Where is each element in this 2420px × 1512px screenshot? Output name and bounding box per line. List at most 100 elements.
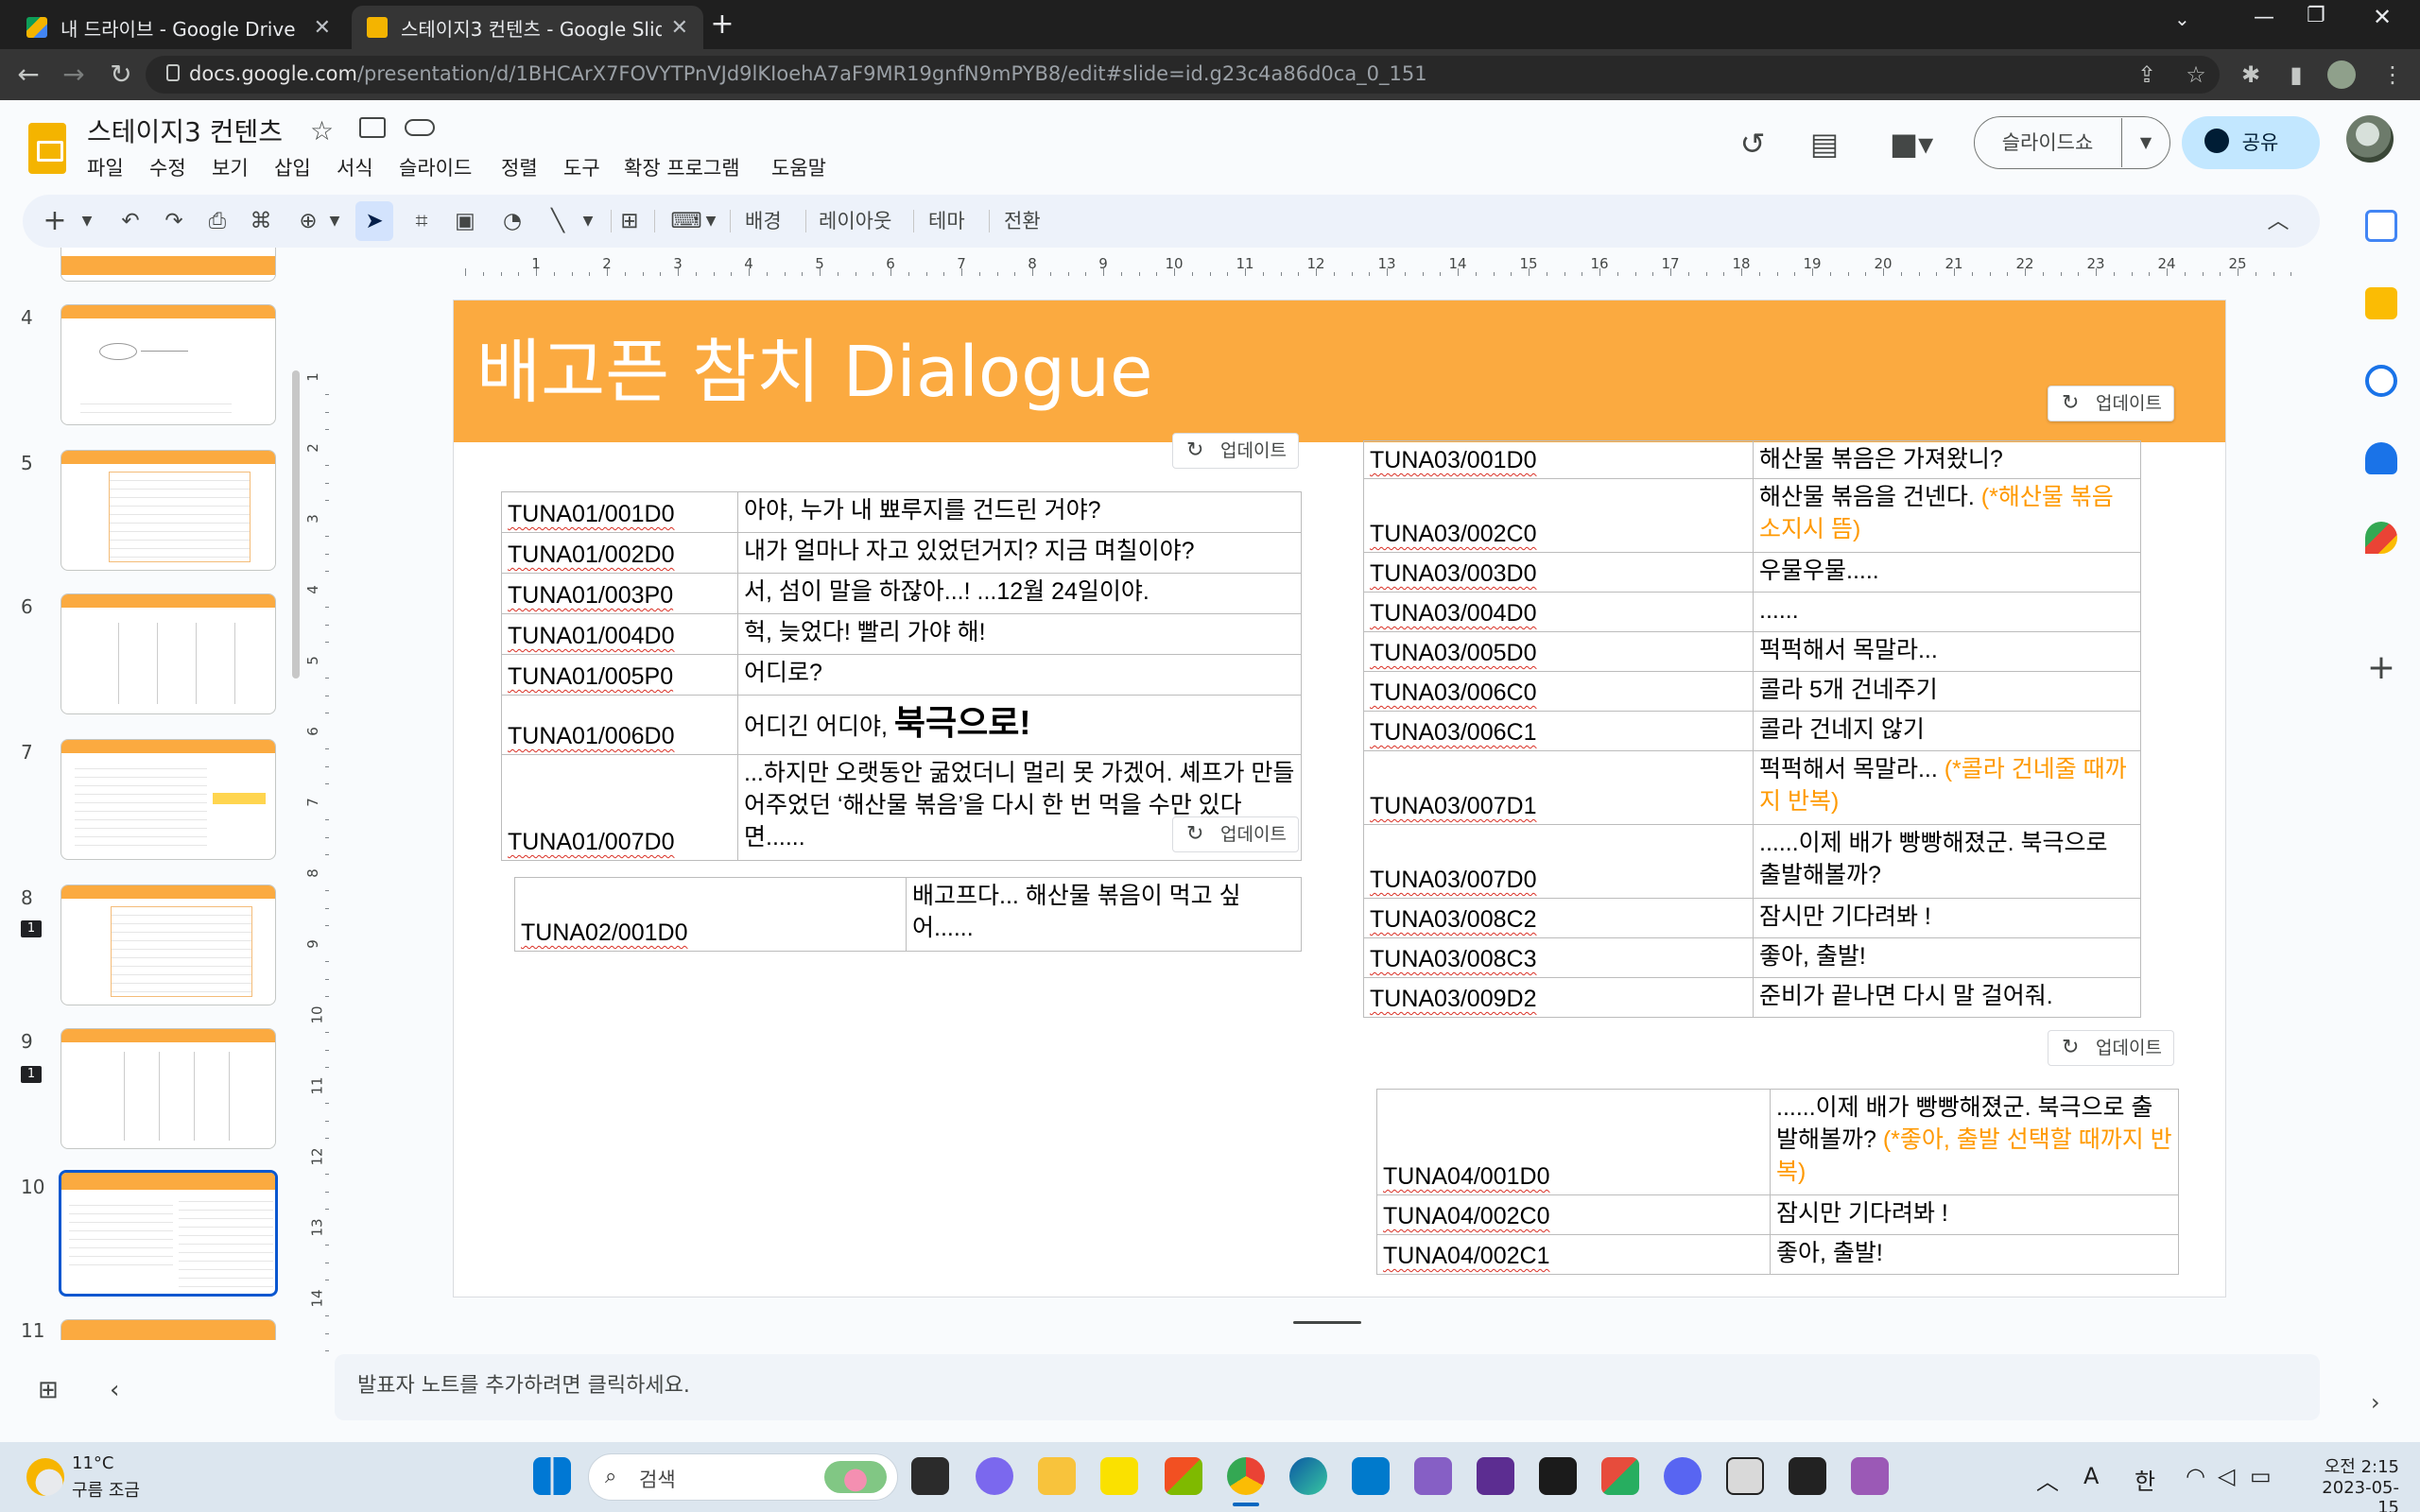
dialogue-text-cell[interactable]: 잠시만 기다려봐 !: [1753, 898, 2141, 938]
close-window-icon[interactable]: ✕: [2373, 4, 2392, 30]
line-caret-icon[interactable]: ▼: [579, 204, 597, 238]
image-icon[interactable]: ▣: [448, 204, 482, 238]
tab-google-slides[interactable]: 스테이지3 컨텐츠 - Google Slides ✕: [352, 6, 703, 49]
slide-thumbnail-7[interactable]: [60, 739, 276, 860]
dialogue-table-tuna03[interactable]: TUNA03/001D0 해산물 볶음은 가져왔니? TUNA03/002C0 …: [1363, 440, 2141, 1018]
new-slide-icon[interactable]: +: [42, 204, 68, 238]
slideshow-options-caret-icon[interactable]: ▼: [2121, 116, 2170, 169]
dialogue-id-cell[interactable]: TUNA04/002C1: [1376, 1234, 1771, 1275]
tasks-icon[interactable]: [2365, 365, 2397, 397]
menu-format[interactable]: 서식: [337, 153, 373, 181]
dialogue-id-cell[interactable]: TUNA01/002D0: [501, 532, 738, 574]
document-title[interactable]: 스테이지3 컨텐츠: [87, 112, 283, 149]
vs-preview-icon[interactable]: [1851, 1457, 1889, 1495]
task-view-icon[interactable]: [911, 1457, 949, 1495]
zoom-icon[interactable]: ⊕: [291, 204, 325, 238]
menu-help[interactable]: 도움말: [771, 153, 826, 181]
dialogue-id-cell[interactable]: TUNA03/002C0: [1363, 478, 1754, 553]
weather-description[interactable]: 구름 조금: [72, 1477, 140, 1502]
slide-title[interactable]: 배고픈 참치 Dialogue: [476, 316, 1153, 417]
redo-icon[interactable]: ↷: [157, 204, 191, 238]
keep-icon[interactable]: [2365, 287, 2397, 319]
version-history-icon[interactable]: ↺: [1732, 123, 1773, 164]
dialogue-id-cell[interactable]: TUNA03/003D0: [1363, 552, 1754, 593]
dialogue-id-cell[interactable]: TUNA01/003P0: [501, 573, 738, 614]
dialogue-id-cell[interactable]: TUNA04/002C0: [1376, 1194, 1771, 1235]
dialogue-table-tuna02[interactable]: TUNA02/001D0 배고프다... 해산물 볶음이 먹고 싶어......: [514, 877, 1302, 952]
chrome-menu-icon[interactable]: ⋮: [2378, 60, 2407, 89]
extensions-icon[interactable]: ✱: [2237, 60, 2265, 89]
collapse-toolbar-icon[interactable]: ︿: [2261, 204, 2295, 238]
clock-date[interactable]: 2023-05-15: [2301, 1478, 2399, 1512]
background-button[interactable]: 배경: [745, 204, 782, 238]
dialogue-text-cell[interactable]: 좋아, 출발!: [1770, 1234, 2179, 1275]
file-explorer-icon[interactable]: [1038, 1457, 1076, 1495]
meet-camera-icon[interactable]: ■▾: [1881, 123, 1942, 164]
dialogue-id-cell[interactable]: TUNA03/005D0: [1363, 631, 1754, 672]
discord-icon[interactable]: [1664, 1457, 1702, 1495]
menu-tools[interactable]: 도구: [563, 153, 600, 181]
dialogue-text-cell[interactable]: 콜라 5개 건네주기: [1753, 671, 2141, 712]
dialogue-id-cell[interactable]: TUNA03/008C2: [1363, 898, 1754, 938]
dialogue-id-cell[interactable]: TUNA03/006C1: [1363, 711, 1754, 751]
side-panel-icon[interactable]: ▮: [2282, 60, 2310, 89]
weather-partly-cloudy-icon[interactable]: [26, 1458, 64, 1496]
menu-extensions[interactable]: 확장 프로그램: [624, 153, 740, 181]
speaker-notes-placeholder[interactable]: 발표자 노트를 추가하려면 클릭하세요.: [357, 1368, 690, 1399]
dialogue-text-cell[interactable]: 퍽퍽해서 목말라...: [1753, 631, 2141, 672]
chrome-icon[interactable]: [1227, 1457, 1265, 1495]
dialogue-text-cell[interactable]: 어디로?: [737, 654, 1302, 696]
profile-avatar[interactable]: [2327, 60, 2356, 89]
print-icon[interactable]: ⎙: [200, 204, 234, 238]
dialogue-text-cell[interactable]: ......: [1753, 592, 2141, 632]
layout-button[interactable]: 레이아웃: [819, 204, 891, 238]
back-icon[interactable]: ←: [11, 59, 45, 91]
windows-start-icon[interactable]: [533, 1457, 571, 1495]
dialogue-id-cell[interactable]: TUNA01/007D0: [501, 754, 738, 861]
slide-thumbnail-6[interactable]: [60, 593, 276, 714]
dialogue-text-cell[interactable]: 배고프다... 해산물 볶음이 먹고 싶어......: [906, 877, 1302, 952]
dialogue-text-cell[interactable]: 잠시만 기다려봐 !: [1770, 1194, 2179, 1235]
ime-mode-indicator[interactable]: A: [2083, 1463, 2099, 1489]
cloud-status-icon[interactable]: [405, 119, 435, 136]
dialogue-id-cell[interactable]: TUNA04/001D0: [1376, 1089, 1771, 1195]
dialogue-id-cell[interactable]: TUNA01/001D0: [501, 491, 738, 533]
maps-icon[interactable]: [2365, 522, 2397, 554]
transition-button[interactable]: 전환: [1004, 204, 1041, 238]
input-tools-icon[interactable]: ⌨: [669, 204, 703, 238]
dialogue-id-cell[interactable]: TUNA03/006C0: [1363, 671, 1754, 712]
calendar-icon[interactable]: [2365, 210, 2397, 242]
taskbar-search-placeholder[interactable]: 검색: [639, 1465, 676, 1493]
new-tab-button[interactable]: +: [703, 6, 741, 43]
notes-resize-handle[interactable]: [1293, 1321, 1361, 1324]
update-linked-table-button[interactable]: ↻ 업데이트: [1172, 433, 1299, 469]
tab-search-icon[interactable]: ⌄: [2174, 8, 2190, 30]
edge-icon[interactable]: [1289, 1457, 1327, 1495]
menu-slide[interactable]: 슬라이드: [399, 153, 472, 181]
update-linked-table-button[interactable]: ↻ 업데이트: [2048, 386, 2174, 421]
url-text[interactable]: docs.google.com/presentation/d/1BHCArX7F…: [189, 62, 1427, 85]
dialogue-text-cell[interactable]: 내가 얼마나 자고 있었던거지? 지금 며칠이야?: [737, 532, 1302, 574]
comment-count-badge[interactable]: 1: [21, 920, 42, 937]
unity-icon[interactable]: [1789, 1457, 1826, 1495]
zoom-caret-icon[interactable]: ▼: [325, 204, 344, 238]
dialogue-id-cell[interactable]: TUNA01/006D0: [501, 695, 738, 755]
close-tab-icon[interactable]: ✕: [671, 16, 688, 40]
slide-thumbnail-11[interactable]: [60, 1319, 276, 1340]
get-addons-icon[interactable]: +: [2365, 648, 2397, 687]
account-avatar[interactable]: [2346, 115, 2394, 163]
forward-icon[interactable]: →: [57, 59, 91, 91]
microsoft-store-icon[interactable]: [1165, 1457, 1202, 1495]
dialogue-id-cell[interactable]: TUNA03/008C3: [1363, 937, 1754, 978]
dialogue-text-cell[interactable]: ......이제 배가 빵빵해졌군. 북극으로 출발해볼까?: [1753, 824, 2141, 899]
grid-view-icon[interactable]: ⊞: [38, 1376, 59, 1404]
contacts-icon[interactable]: [2365, 442, 2397, 474]
slide-thumbnail-9[interactable]: [60, 1028, 276, 1149]
menu-view[interactable]: 보기: [212, 153, 249, 181]
wifi-icon[interactable]: ◠: [2186, 1463, 2205, 1489]
dialogue-text-cell[interactable]: 아야, 누가 내 뾰루지를 건드린 거야?: [737, 491, 1302, 533]
text-box-icon[interactable]: ⌗: [405, 204, 439, 238]
dialogue-text-cell[interactable]: 우물우물.....: [1753, 552, 2141, 593]
dialogue-text-cell[interactable]: 해산물 볶음을 건넨다. (*해산물 볶음 소지시 뜸): [1753, 478, 2141, 553]
slides-logo-icon[interactable]: [28, 123, 66, 174]
